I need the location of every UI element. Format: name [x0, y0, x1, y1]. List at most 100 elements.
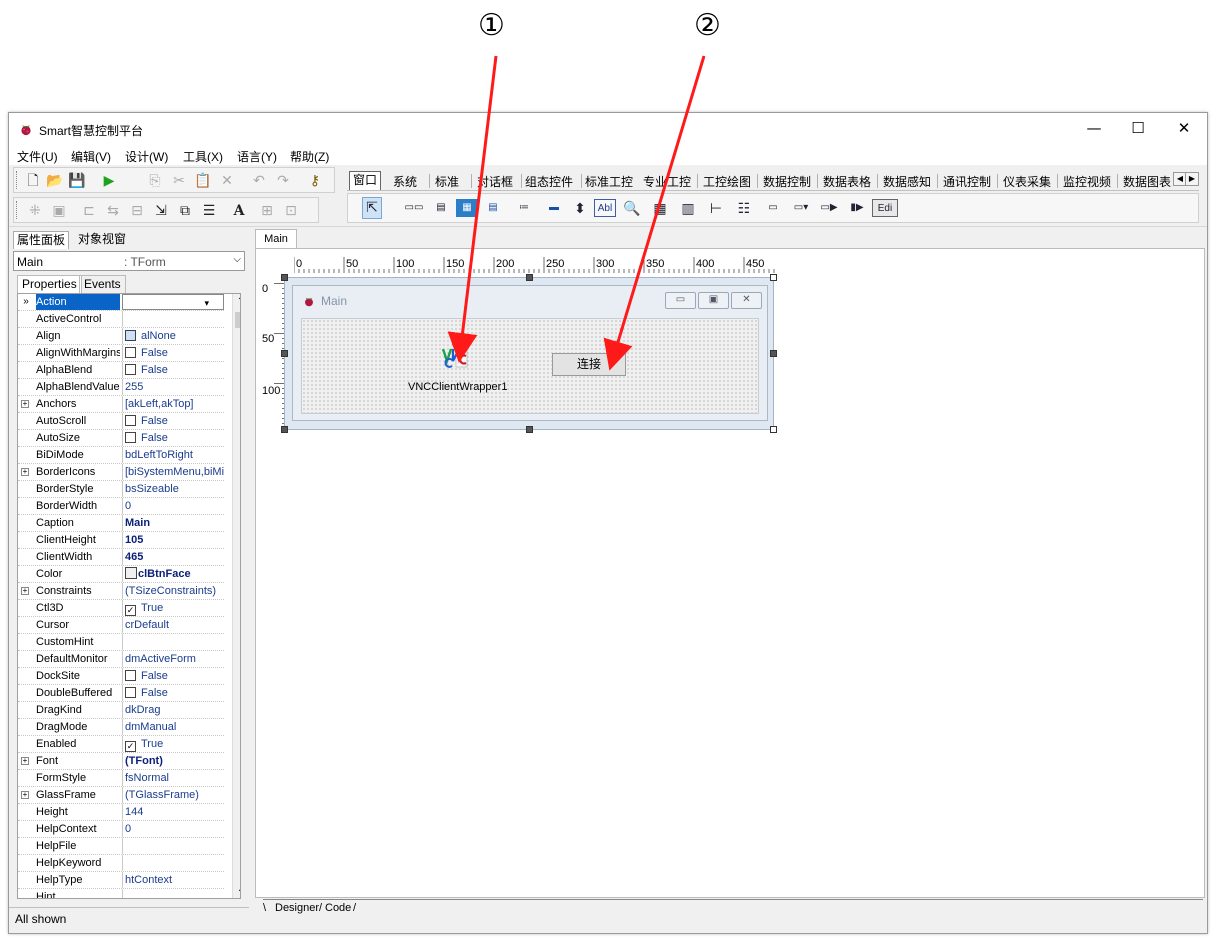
property-row[interactable]: DockSite False	[18, 668, 224, 685]
edit-component-icon[interactable]: ▭	[762, 199, 784, 217]
palette-tab-data-grid[interactable]: 数据表格	[823, 173, 871, 190]
checkbox-icon[interactable]	[125, 347, 136, 358]
property-value[interactable]: crDefault	[122, 617, 224, 633]
scroll-thumb[interactable]	[235, 312, 240, 328]
progress-component-icon[interactable]: ▬	[542, 199, 566, 217]
property-row[interactable]: + Anchors [akLeft,akTop]	[18, 396, 224, 413]
palette-tab-industrial-drawing[interactable]: 工控绘图	[703, 173, 751, 190]
expand-icon[interactable]: +	[21, 468, 29, 476]
property-row[interactable]: AlphaBlendValue 255	[18, 379, 224, 396]
property-value[interactable]: False	[122, 685, 224, 701]
palette-tab-config-controls[interactable]: 组态控件	[525, 173, 573, 190]
property-value[interactable]: (TFont)	[122, 753, 224, 769]
scroll-up-icon[interactable]: ⌃	[233, 294, 240, 310]
tab-order-icon[interactable]: ⇲	[152, 202, 170, 220]
property-value[interactable]: ✓ True	[122, 600, 224, 616]
menu-file[interactable]: 文件(U)	[17, 148, 58, 165]
property-row[interactable]: Hint	[18, 889, 224, 898]
property-value[interactable]: [akLeft,akTop]	[122, 396, 224, 412]
key-icon[interactable]: ⚷	[306, 172, 324, 190]
property-row[interactable]: Caption Main	[18, 515, 224, 532]
property-row[interactable]: HelpContext 0	[18, 821, 224, 838]
palette-tab-data-control[interactable]: 数据控制	[763, 173, 811, 190]
property-row[interactable]: AlphaBlend False	[18, 362, 224, 379]
edit-text-component-icon[interactable]: Edi	[872, 199, 898, 217]
property-row[interactable]: Align alNone	[18, 328, 224, 345]
resize-handle[interactable]	[281, 274, 288, 281]
tab-main[interactable]: Main	[255, 229, 297, 249]
creation-order-icon[interactable]: ⧉	[176, 202, 194, 220]
property-row[interactable]: BorderWidth 0	[18, 498, 224, 515]
property-value[interactable]: 0	[122, 498, 224, 514]
resize-handle[interactable]	[526, 426, 533, 433]
property-value[interactable]	[122, 855, 224, 871]
property-value[interactable]: False	[122, 430, 224, 446]
tree-component-icon[interactable]: ⊢	[706, 199, 726, 217]
tab-property-panel[interactable]: 属性面板	[13, 231, 70, 249]
property-row[interactable]: DragMode dmManual	[18, 719, 224, 736]
resize-handle[interactable]	[281, 426, 288, 433]
property-row[interactable]: Color clBtnFace	[18, 566, 224, 583]
tab-code[interactable]: Code	[325, 900, 351, 916]
property-value[interactable]	[122, 889, 224, 898]
property-value[interactable]	[122, 311, 224, 327]
property-value[interactable]: False	[122, 413, 224, 429]
property-row[interactable]: ClientHeight 105	[18, 532, 224, 549]
menu-language[interactable]: 语言(Y)	[237, 148, 277, 165]
property-value[interactable]: htContext	[122, 872, 224, 888]
property-value[interactable]: 465	[122, 549, 224, 565]
property-value[interactable]: dkDrag	[122, 702, 224, 718]
menu-edit[interactable]: 编辑(V)	[71, 148, 111, 165]
save-icon[interactable]: 💾	[68, 172, 86, 190]
align-center-icon[interactable]: ⊟	[128, 202, 146, 220]
menu-help[interactable]: 帮助(Z)	[290, 148, 329, 165]
datagrid-component-icon[interactable]: ▥	[678, 199, 698, 217]
palette-tab-instrument[interactable]: 仪表采集	[1003, 173, 1051, 190]
property-row[interactable]: HelpType htContext	[18, 872, 224, 889]
property-scrollbar[interactable]: ⌃ ⌄	[232, 294, 240, 898]
more-component-icon[interactable]: ▮▶	[848, 199, 866, 217]
property-row[interactable]: Height 144	[18, 804, 224, 821]
expand-icon[interactable]: +	[21, 400, 29, 408]
align-left-icon[interactable]: ⊏	[80, 202, 98, 220]
palette-tab-standard[interactable]: 标准	[435, 173, 459, 190]
property-row[interactable]: BiDiMode bdLeftToRight	[18, 447, 224, 464]
tab-object-view[interactable]: 对象视窗	[75, 231, 129, 249]
property-value[interactable]	[122, 838, 224, 854]
property-row[interactable]: ActiveControl	[18, 311, 224, 328]
property-row[interactable]: FormStyle fsNormal	[18, 770, 224, 787]
design-canvas[interactable]: 0 50 100 150 200 250 300 350 400 450 0 50 100	[255, 248, 1205, 898]
palette-tab-system[interactable]: 系统	[393, 173, 417, 190]
connect-button[interactable]: 连接	[552, 353, 626, 376]
run-icon[interactable]: ▶	[100, 172, 118, 190]
calendar-component-icon[interactable]: ▦	[650, 199, 670, 217]
resize-handle[interactable]	[281, 350, 288, 357]
designed-form[interactable]: Main ▭ ▣ ✕ VNCClientWrapper1 连接	[292, 285, 768, 421]
property-row[interactable]: CustomHint	[18, 634, 224, 651]
property-value[interactable]: False	[122, 345, 224, 361]
align-front-icon[interactable]: ▣	[50, 202, 68, 220]
checkbox-icon[interactable]	[125, 687, 136, 698]
property-row[interactable]: + GlassFrame (TGlassFrame)	[18, 787, 224, 804]
palette-tab-video[interactable]: 监控视频	[1063, 173, 1111, 190]
palette-tab-comm-control[interactable]: 通讯控制	[943, 173, 991, 190]
property-value[interactable]	[122, 634, 224, 650]
resize-handle[interactable]	[770, 426, 777, 433]
font-icon[interactable]: A	[230, 202, 248, 220]
paste-icon[interactable]: 📋	[194, 172, 212, 190]
property-value[interactable]: ✓ True	[122, 736, 224, 752]
property-row[interactable]: Cursor crDefault	[18, 617, 224, 634]
object-selector[interactable]: Main : TForm ⌵	[13, 251, 245, 271]
form-client-area[interactable]: VNCClientWrapper1 连接	[301, 318, 759, 414]
toolbar-grip[interactable]	[16, 201, 19, 219]
property-value[interactable]: 255	[122, 379, 224, 395]
property-row[interactable]: Enabled ✓ True	[18, 736, 224, 753]
component-list-icon[interactable]: ☰	[200, 202, 218, 220]
list-component-icon[interactable]: ≔	[512, 199, 536, 217]
expand-icon[interactable]: +	[21, 587, 29, 595]
spin-component-icon[interactable]: ⬍	[572, 199, 588, 217]
property-row[interactable]: + Font (TFont)	[18, 753, 224, 770]
palette-tab-data-aware[interactable]: 数据感知	[883, 173, 931, 190]
resize-handle[interactable]	[770, 274, 777, 281]
menu-design[interactable]: 设计(W)	[125, 148, 168, 165]
